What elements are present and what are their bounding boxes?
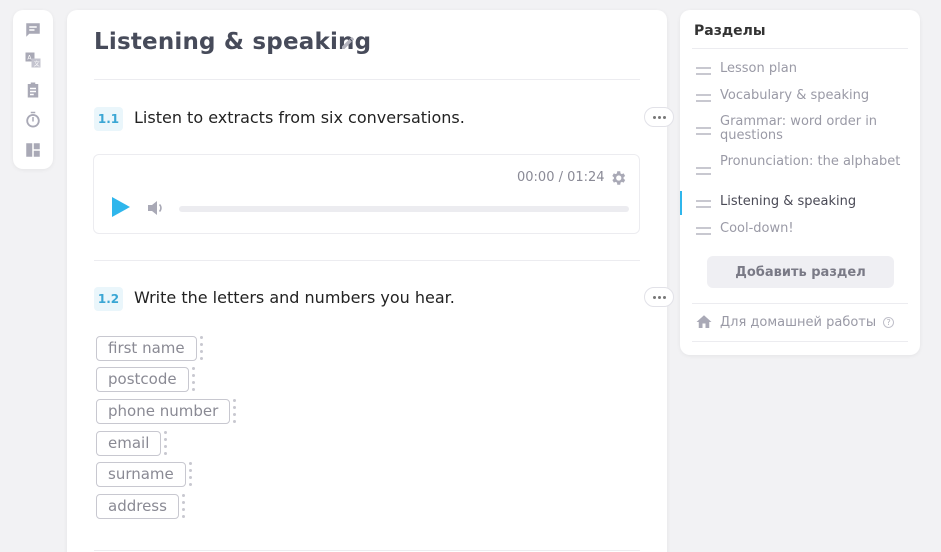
lesson-section-card: Listening & speaking 1.1 Listen to extra… — [67, 10, 674, 552]
dot — [657, 295, 661, 299]
homework-item[interactable]: Для домашней работы ? — [695, 313, 895, 331]
drag-handle-icon[interactable] — [199, 336, 204, 360]
answer-chip-row: postcode — [96, 366, 196, 392]
homework-label: Для домашней работы — [720, 314, 877, 330]
section-label: Cool-down! — [720, 221, 794, 236]
dot — [652, 115, 656, 119]
audio-progress-track[interactable] — [179, 206, 629, 212]
layout-icon[interactable] — [24, 141, 42, 159]
drag-handle-icon[interactable] — [696, 127, 711, 135]
audio-time: 00:00 / 01:24 — [517, 170, 605, 185]
drag-handle-icon[interactable] — [696, 200, 711, 208]
sections-panel-title: Разделы — [694, 23, 766, 39]
help-icon[interactable]: ? — [883, 316, 895, 328]
page-title: Listening & speaking — [94, 29, 372, 55]
drag-handle-icon[interactable] — [181, 494, 186, 518]
drag-handle-icon[interactable] — [696, 67, 711, 75]
drag-handle-icon[interactable] — [164, 431, 168, 455]
section-item[interactable]: Lesson plan — [696, 62, 906, 76]
answer-chip[interactable]: surname — [96, 461, 186, 487]
left-toolbar: A文 — [13, 10, 53, 169]
answer-chip[interactable]: postcode — [96, 366, 189, 392]
divider — [692, 48, 908, 49]
divider — [692, 303, 908, 304]
divider — [94, 79, 640, 80]
answer-chip-row: email — [96, 430, 168, 456]
drag-handle-icon[interactable] — [233, 399, 237, 423]
section-label: Lesson plan — [720, 61, 797, 76]
answer-chip-row: phone number — [96, 398, 237, 424]
section-label: Listening & speaking — [720, 194, 857, 209]
section-item-active[interactable]: Listening & speaking — [696, 195, 906, 209]
exercise-title: Listen to extracts from six conversation… — [134, 108, 465, 127]
section-label: Pronunciation: the alphabet — [720, 154, 901, 169]
section-item[interactable]: Pronunciation: the alphabet — [696, 155, 906, 175]
section-label: Vocabulary & speaking — [720, 88, 870, 103]
home-icon — [696, 315, 712, 328]
section-item[interactable]: Cool-down! — [696, 222, 906, 236]
answer-chip[interactable]: first name — [96, 335, 197, 361]
pencil-icon[interactable] — [340, 35, 356, 51]
svg-text:文: 文 — [34, 60, 40, 68]
more-options-button[interactable] — [644, 287, 674, 307]
volume-icon[interactable] — [147, 200, 165, 216]
add-section-button[interactable]: Добавить раздел — [707, 256, 894, 288]
exercise-number: 1.1 — [94, 107, 123, 131]
divider — [94, 550, 640, 551]
divider — [94, 260, 640, 261]
drag-handle-icon[interactable] — [696, 227, 711, 235]
sections-panel: Разделы Lesson plan Vocabulary & speakin… — [680, 10, 920, 355]
dot — [657, 115, 661, 119]
answer-chip-row: address — [96, 493, 186, 519]
dot — [662, 115, 666, 119]
answer-chip[interactable]: email — [96, 430, 162, 456]
answer-chip-row: first name — [96, 335, 204, 361]
section-label: Grammar: word order in questions — [720, 114, 878, 143]
translate-icon[interactable]: A文 — [24, 51, 42, 69]
section-item[interactable]: Vocabulary & speaking — [696, 89, 906, 103]
active-section-indicator — [680, 191, 682, 215]
answer-chip[interactable]: phone number — [96, 398, 231, 424]
clipboard-icon[interactable] — [24, 81, 42, 99]
more-options-button[interactable] — [644, 107, 674, 127]
answer-chip[interactable]: address — [96, 493, 179, 519]
section-item[interactable]: Grammar: word order in questions — [696, 115, 906, 143]
divider — [692, 341, 908, 342]
drag-handle-icon[interactable] — [191, 367, 196, 391]
dot — [662, 295, 666, 299]
exercise-title: Write the letters and numbers you hear. — [134, 288, 455, 307]
drag-handle-icon[interactable] — [188, 462, 193, 486]
play-button[interactable] — [112, 197, 130, 217]
chat-icon[interactable] — [24, 21, 42, 39]
drag-handle-icon[interactable] — [696, 94, 711, 102]
dot — [652, 295, 656, 299]
gear-icon[interactable] — [609, 169, 627, 187]
exercise-number: 1.2 — [94, 287, 123, 311]
answer-chip-row: surname — [96, 461, 193, 487]
drag-handle-icon[interactable] — [696, 167, 711, 175]
stopwatch-icon[interactable] — [24, 111, 42, 129]
audio-player: 00:00 / 01:24 — [93, 154, 640, 234]
